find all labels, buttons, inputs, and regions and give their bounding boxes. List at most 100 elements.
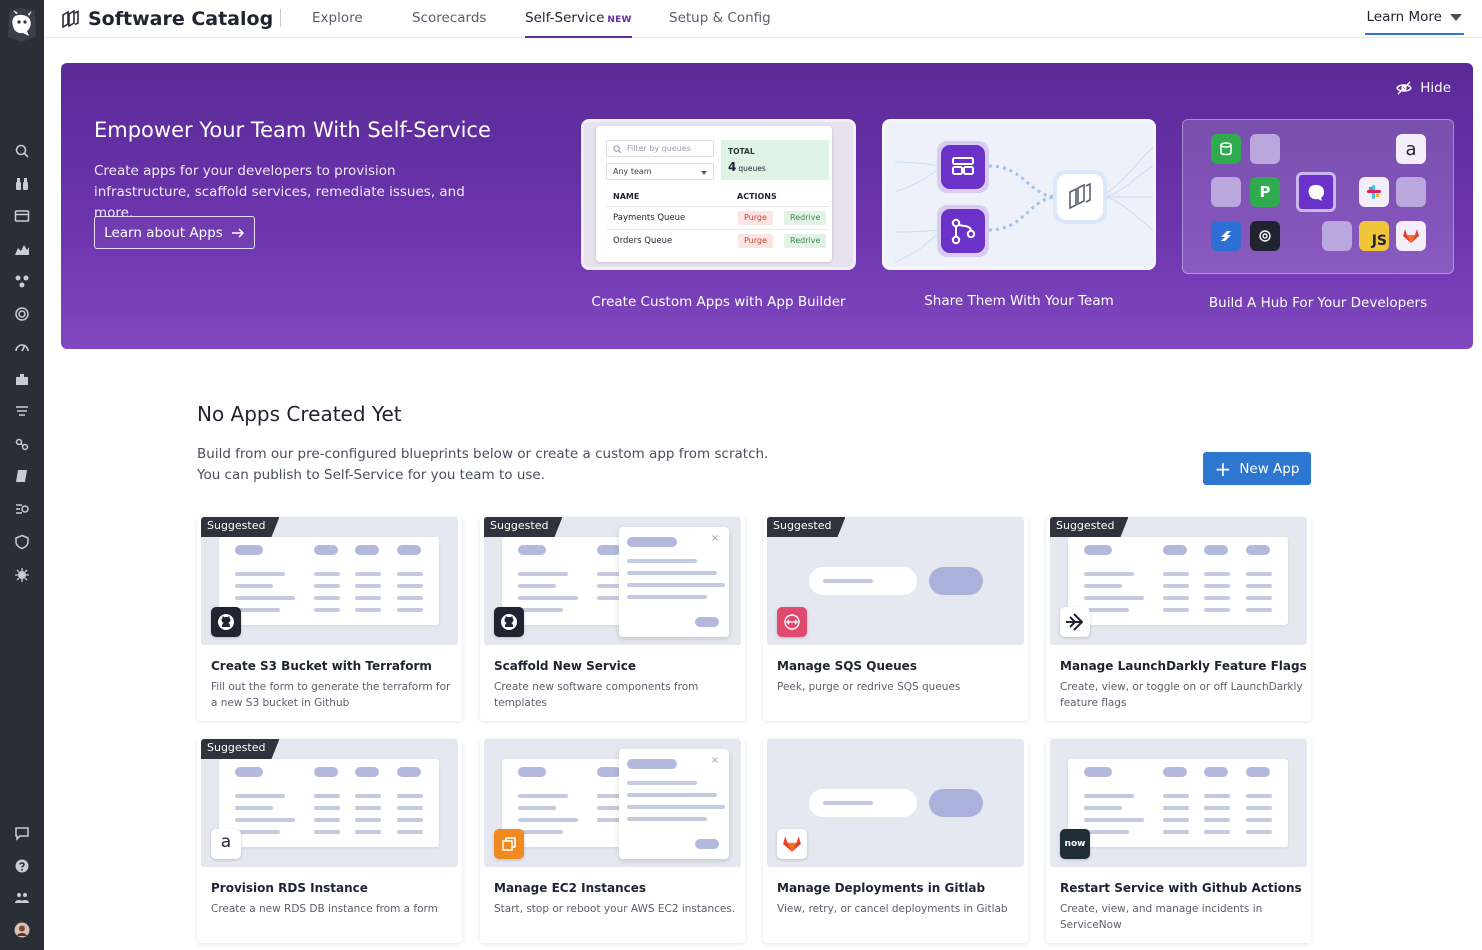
queue-name: Orders Queue <box>613 236 673 246</box>
blueprint-card-sqs-queues[interactable]: Suggested Manage SQS Queues Peek, purge … <box>763 517 1028 721</box>
chevron-down-icon <box>1450 13 1462 21</box>
binoculars-icon[interactable] <box>12 175 32 193</box>
plus-icon: + <box>1214 456 1232 481</box>
blueprint-description: Create new software components from temp… <box>494 681 699 709</box>
blueprint-description: Peek, purge or redrive SQS queues <box>777 681 961 693</box>
suggested-badge: Suggested <box>201 739 279 759</box>
logs-icon[interactable] <box>12 402 32 420</box>
blueprint-preview: × <box>484 739 741 867</box>
shield-icon[interactable] <box>12 533 32 551</box>
hide-banner-button[interactable]: Hide <box>1396 80 1451 96</box>
datadog-logo-icon[interactable] <box>5 6 39 44</box>
gitlab-icon <box>777 829 807 859</box>
github-icon <box>211 607 241 637</box>
blueprint-title: Manage Deployments in Gitlab <box>777 881 986 895</box>
blueprint-description: Create a new RDS DB instance from a form <box>211 903 438 915</box>
blueprint-title: Manage EC2 Instances <box>494 881 647 895</box>
tab-scorecards[interactable]: Scorecards <box>412 10 486 38</box>
left-nav <box>0 0 44 950</box>
blueprint-preview: Suggested <box>201 517 458 645</box>
button-illustration <box>929 567 983 595</box>
blueprint-card-rds-instance[interactable]: Suggested a Provision RDS Instance Creat… <box>197 739 462 943</box>
blueprint-description: Create, view, or toggle on or off Launch… <box>1060 681 1303 709</box>
datadog-app-icon <box>1296 172 1336 212</box>
self-service-banner: Hide Empower Your Team With Self-Service… <box>61 63 1473 349</box>
blueprint-card-ec2-instances[interactable]: × Manage EC2 Instances Start, stop or re… <box>480 739 745 943</box>
learn-more-dropdown[interactable]: Learn More <box>1364 4 1464 35</box>
pagerduty-icon: P <box>1250 177 1280 207</box>
metrics-icon[interactable] <box>12 240 32 258</box>
new-app-button[interactable]: + New App <box>1203 452 1311 485</box>
placeholder-tile <box>1250 134 1280 164</box>
column-header-name: NAME <box>613 192 640 201</box>
blueprint-card-launchdarkly[interactable]: Suggested Manage LaunchDarkly Feature Fl… <box>1046 517 1311 721</box>
blueprint-card-scaffold-service[interactable]: × Suggested Scaffold New Service Create … <box>480 517 745 721</box>
blueprint-preview: now <box>1050 739 1307 867</box>
new-app-label: New App <box>1239 460 1300 477</box>
amazon-icon: a <box>211 829 241 859</box>
tab-label: Setup & Config <box>669 10 771 26</box>
blueprint-card-github-actions[interactable]: now Restart Service with Github Actions … <box>1046 739 1311 943</box>
blueprint-card-gitlab-deployments[interactable]: Manage Deployments in Gitlab View, retry… <box>763 739 1028 943</box>
team-value: Any team <box>613 167 652 176</box>
sqs-icon <box>777 607 807 637</box>
tab-label: Explore <box>312 10 363 26</box>
input-illustration <box>809 567 917 595</box>
security-icon[interactable] <box>12 435 32 453</box>
infrastructure-icon[interactable] <box>12 370 32 388</box>
button-illustration <box>929 789 983 817</box>
blueprint-title: Scaffold New Service <box>494 659 637 673</box>
table-illustration <box>1068 537 1288 625</box>
eye-off-icon <box>1396 81 1413 95</box>
blueprint-title: Manage LaunchDarkly Feature Flags <box>1060 659 1307 673</box>
servicenow-label: now <box>1064 839 1086 849</box>
new-badge: NEW <box>607 15 632 25</box>
column-header-actions: ACTIONS <box>737 192 777 201</box>
search-icon[interactable] <box>12 142 32 160</box>
chevron-down-icon <box>701 171 707 175</box>
redrive-pill: Redrive <box>784 234 827 248</box>
arrow-right-icon <box>231 227 244 238</box>
blueprint-card-s3-terraform[interactable]: Suggested Create S3 Bucket with Terrafor… <box>197 517 462 721</box>
tab-self-service[interactable]: Self-Service NEW <box>525 10 632 38</box>
modal-illustration: × <box>619 749 729 859</box>
table-row: Payments Queue Purge Redrive <box>606 206 829 228</box>
blueprint-title: Provision RDS Instance <box>211 881 368 895</box>
tab-explore[interactable]: Explore <box>312 10 363 38</box>
learn-about-apps-button[interactable]: Learn about Apps <box>94 216 255 249</box>
integrations-icon[interactable] <box>12 272 32 290</box>
caption-app-builder: Create Custom Apps with App Builder <box>591 294 846 310</box>
dashboard-icon[interactable] <box>12 207 32 225</box>
suggested-badge: Suggested <box>767 517 845 537</box>
javascript-label: JS <box>1371 233 1387 249</box>
filter-placeholder: Filter by queues <box>627 144 691 153</box>
apm-icon[interactable] <box>12 338 32 356</box>
share-preview <box>882 119 1156 270</box>
chat-icon[interactable] <box>12 824 32 842</box>
placeholder-tile <box>1211 177 1241 207</box>
user-avatar-icon[interactable] <box>12 921 32 939</box>
ci-icon[interactable] <box>12 500 32 518</box>
openai-icon <box>1250 221 1280 251</box>
notebooks-icon[interactable] <box>12 467 32 485</box>
github-icon <box>494 607 524 637</box>
queue-app-mock: Filter by queues Any team TOTAL 4 queues … <box>596 126 832 262</box>
launchdarkly-icon <box>1060 607 1090 637</box>
slack-icon <box>1359 177 1389 207</box>
filter-queues-input: Filter by queues <box>606 140 714 157</box>
blueprint-preview: Suggested a <box>201 739 458 867</box>
table-illustration <box>219 759 439 847</box>
total-queues-widget: TOTAL 4 queues <box>721 140 829 180</box>
purge-pill: Purge <box>738 211 773 225</box>
blueprint-preview <box>767 739 1024 867</box>
tab-setup-config[interactable]: Setup & Config <box>669 10 771 38</box>
top-bar: Software Catalog Explore Scorecards Self… <box>44 0 1482 38</box>
bug-icon[interactable] <box>12 566 32 584</box>
total-value: 4 queues <box>728 160 766 174</box>
learn-more-label: Learn More <box>1366 9 1443 25</box>
monitors-icon[interactable] <box>12 305 32 323</box>
table-illustration <box>1068 759 1288 847</box>
team-icon[interactable] <box>12 889 32 907</box>
purge-pill: Purge <box>738 234 773 248</box>
help-icon[interactable] <box>12 857 32 875</box>
